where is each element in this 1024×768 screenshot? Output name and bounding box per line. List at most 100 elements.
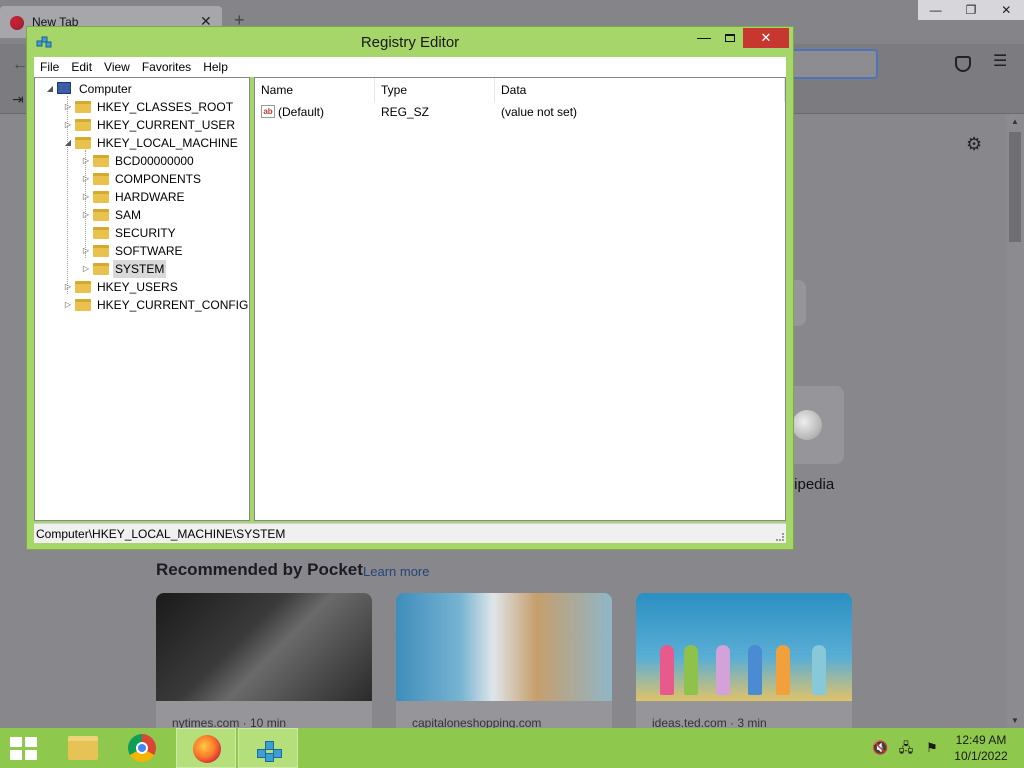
gear-icon[interactable]: ⚙ [966,134,982,155]
import-bookmarks-icon[interactable]: ⇥ [12,91,24,108]
expand-arrow-icon[interactable]: ▷ [81,152,91,170]
tree-node-label: BCD00000000 [115,154,194,168]
start-button[interactable] [10,737,38,761]
value-name: (Default) [278,105,325,119]
taskbar-file-explorer[interactable] [52,728,112,768]
menu-view[interactable]: View [98,60,136,74]
close-button[interactable]: ✕ [743,28,789,48]
file-explorer-icon [68,736,98,760]
taskbar-registry-editor[interactable] [238,728,298,768]
expand-arrow-icon[interactable]: ▷ [81,170,91,188]
tree-node-label: SOFTWARE [115,244,183,258]
folder-icon [75,281,91,293]
expand-arrow-icon[interactable]: ▷ [81,242,91,260]
pocket-card-image [636,593,852,701]
pocket-card-source: nytimes.com · 10 min [172,716,287,728]
firefox-close-button[interactable]: ✕ [989,0,1024,20]
tree-node-label: HKEY_CLASSES_ROOT [97,100,234,114]
expand-arrow-icon[interactable]: ▷ [63,116,73,134]
string-value-icon: ab [261,105,275,118]
top-site-tile[interactable] [792,280,806,326]
collapse-arrow-icon[interactable]: ◢ [45,80,55,98]
wikipedia-icon [792,410,822,440]
system-tray: 🔇 🖧 ⚑ [872,740,940,756]
pocket-card-source: capitaloneshopping.com [412,716,542,728]
column-header-data[interactable]: Data [495,78,785,102]
folder-icon [75,119,91,131]
menu-bar: File Edit View Favorites Help [34,57,786,77]
value-type: REG_SZ [381,105,430,119]
clock-date: 10/1/2022 [954,749,1008,763]
folder-icon [93,209,109,221]
pocket-card-source: ideas.ted.com · 3 min [652,716,767,728]
maximize-button[interactable] [717,29,743,49]
url-bar[interactable] [786,49,878,79]
registry-tree[interactable]: ◢ Computer ▷ HKEY_CLASSES_ROOT ▷ HKEY_CU… [34,77,250,521]
hamburger-menu-icon[interactable]: ☰ [993,54,1007,70]
folder-icon [93,155,109,167]
window-title: Registry Editor [360,34,460,51]
expand-arrow-icon[interactable]: ▷ [81,188,91,206]
taskbar-firefox[interactable] [176,728,236,768]
regedit-icon [255,735,283,763]
status-path: Computer\HKEY_LOCAL_MACHINE\SYSTEM [36,527,286,541]
scrollbar-thumb[interactable] [1009,132,1021,242]
tree-node-label: SAM [115,208,142,222]
expand-arrow-icon[interactable]: ▷ [63,98,73,116]
tree-node-label: HKEY_USERS [97,280,178,294]
folder-icon [93,227,109,239]
firefox-window-controls: — ❐ ✕ [918,0,1024,20]
firefox-minimize-button[interactable]: — [918,0,953,20]
value-data: (value not set) [501,105,578,119]
volume-muted-icon[interactable]: 🔇 [872,740,888,756]
values-list[interactable]: Name Type Data ab (Default) REG_SZ (valu… [254,77,786,521]
pocket-card[interactable]: ideas.ted.com · 3 min [636,593,852,728]
network-icon[interactable]: 🖧 [898,740,914,756]
pocket-card[interactable]: nytimes.com · 10 min [156,593,372,728]
column-header-type[interactable]: Type [375,78,495,102]
column-header-name[interactable]: Name [255,78,375,102]
firefox-favicon-icon [10,16,24,30]
tree-node-label: HKEY_LOCAL_MACHINE [97,136,238,150]
resize-grip-icon[interactable] [776,533,784,541]
tree-node-label: SECURITY [115,226,176,240]
taskbar-chrome[interactable] [114,728,174,768]
title-bar[interactable]: Registry Editor — ✕ [27,27,793,57]
pocket-heading: Recommended by Pocket [156,560,363,579]
pocket-icon[interactable] [955,56,971,72]
expand-arrow-icon[interactable]: ▷ [81,260,91,278]
tree-node-label: SYSTEM [113,260,167,278]
chrome-icon [128,734,156,762]
tree-node-label: HKEY_CURRENT_USER [97,118,236,132]
registry-editor-window: Registry Editor — ✕ File Edit View Favor… [26,26,794,550]
tree-node-label: HKEY_CURRENT_CONFIG [97,298,249,312]
firefox-icon [193,735,221,763]
expand-arrow-icon[interactable]: ▷ [81,206,91,224]
menu-file[interactable]: File [34,60,65,74]
folder-icon [93,263,109,275]
collapse-arrow-icon[interactable]: ◢ [63,134,73,152]
clock[interactable]: 12:49 AM 10/1/2022 [944,732,1018,764]
minimize-button[interactable]: — [691,29,717,49]
firefox-restore-button[interactable]: ❐ [953,0,988,20]
top-site-label: tipedia [790,476,835,493]
pocket-card-image [156,593,372,701]
menu-help[interactable]: Help [197,60,234,74]
action-center-flag-icon[interactable]: ⚑ [924,740,940,756]
expand-arrow-icon[interactable]: ▷ [63,296,73,314]
value-row[interactable]: ab (Default) REG_SZ (value not set) [255,102,785,122]
learn-more-link[interactable]: Learn more [363,564,429,579]
scroll-up-arrow-icon[interactable]: ▲ [1011,117,1019,126]
menu-favorites[interactable]: Favorites [136,60,197,74]
pocket-card-image [396,593,612,701]
taskbar: 🔇 🖧 ⚑ 12:49 AM 10/1/2022 [0,728,1024,768]
windows-logo-icon [10,737,22,747]
tree-node-label: Computer [79,82,132,96]
pocket-card[interactable]: capitaloneshopping.com [396,593,612,728]
page-scrollbar[interactable]: ▲ ▼ [1006,114,1024,728]
tree-node-label: COMPONENTS [115,172,202,186]
menu-edit[interactable]: Edit [65,60,98,74]
folder-icon [75,137,91,149]
scroll-down-arrow-icon[interactable]: ▼ [1011,716,1019,725]
expand-arrow-icon[interactable]: ▷ [63,278,73,296]
